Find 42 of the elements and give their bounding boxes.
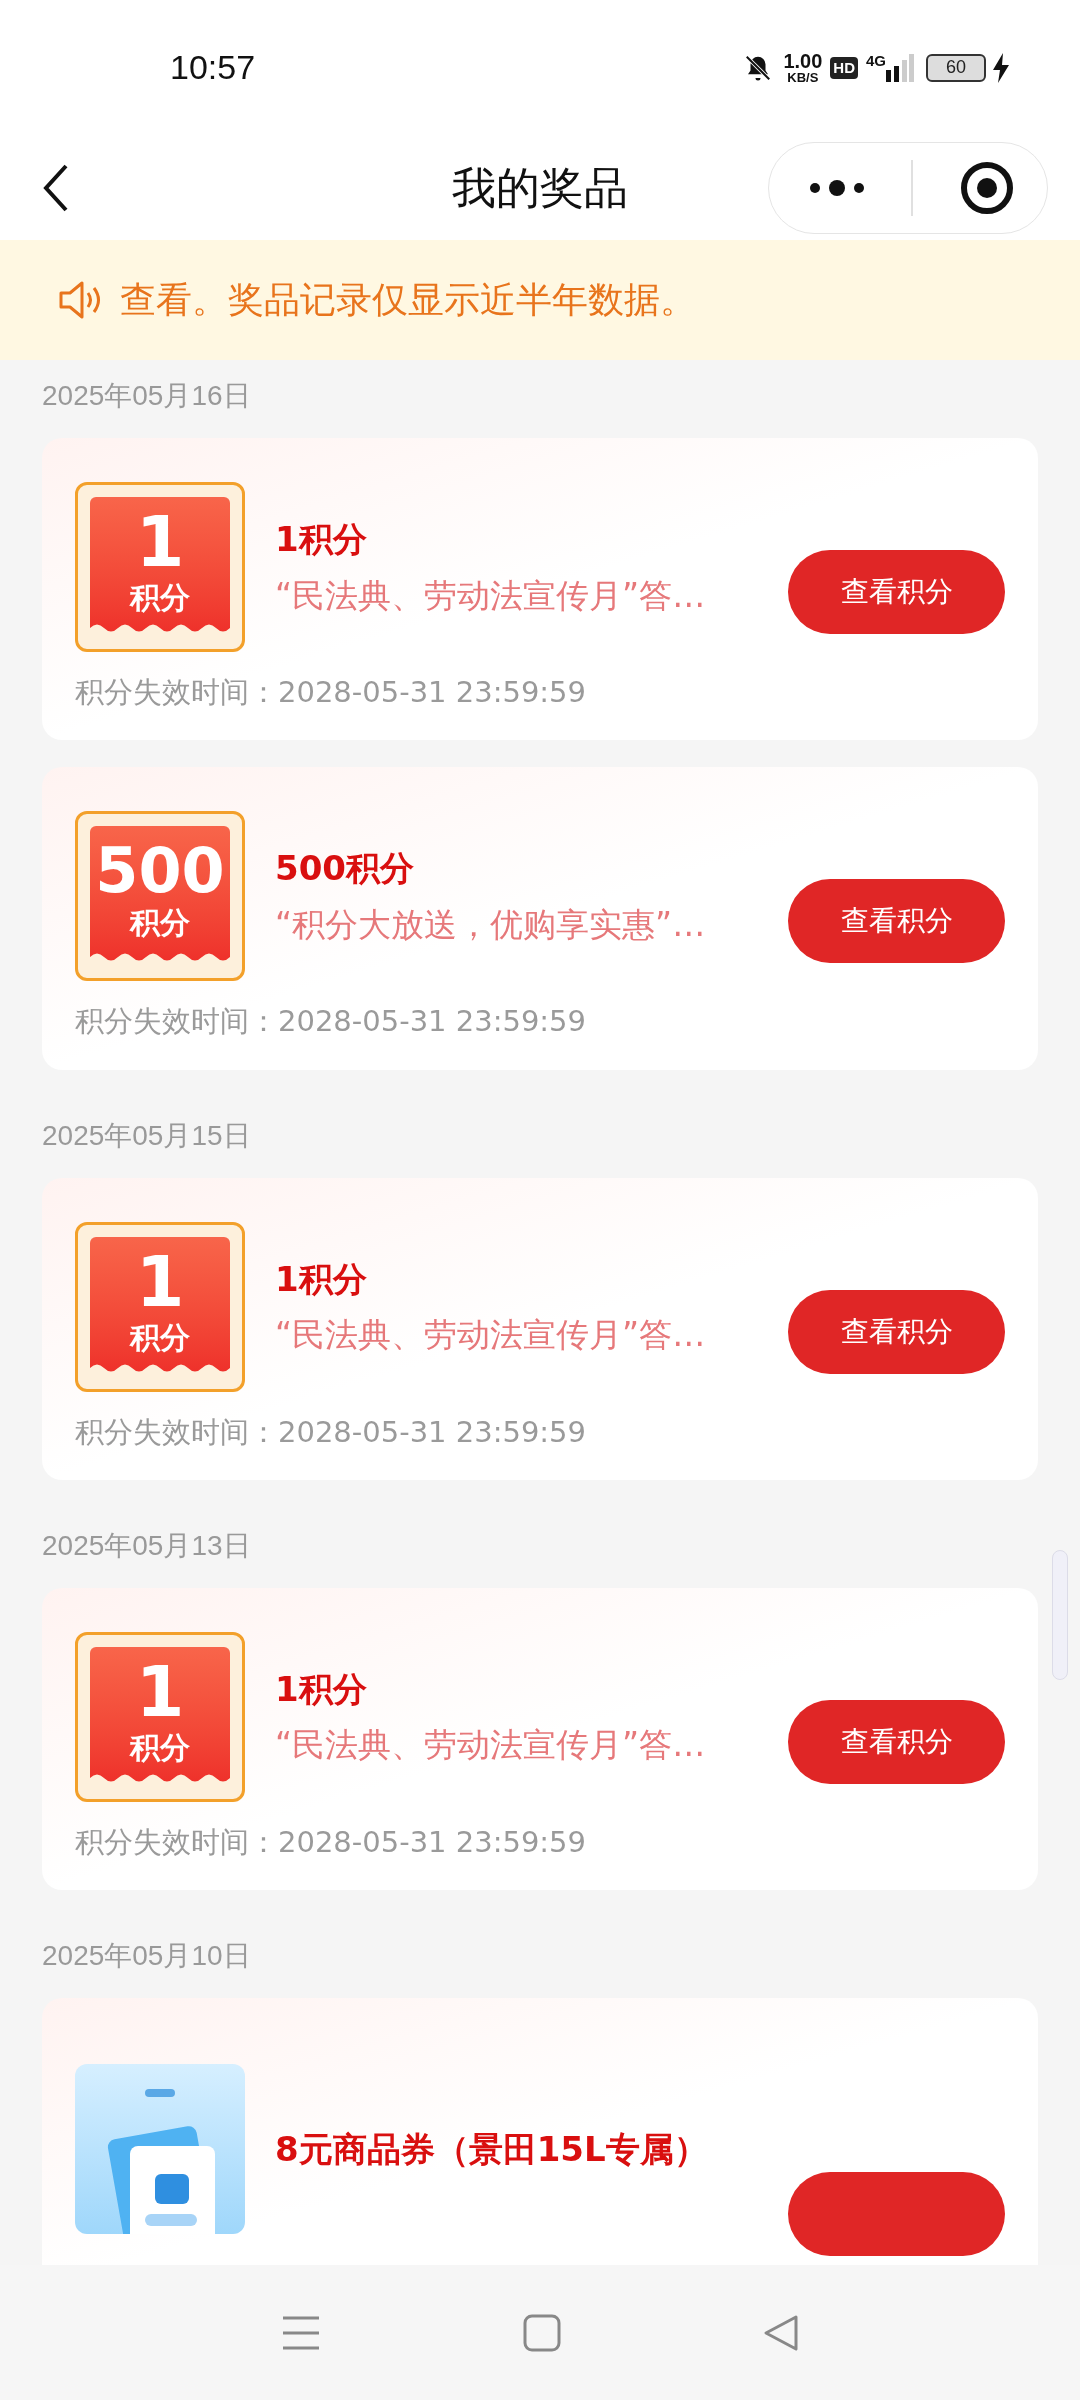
more-icon[interactable] [807, 177, 867, 198]
status-time: 10:57 [170, 47, 256, 88]
points-ticket-icon: 1 积分 [75, 1221, 245, 1392]
net-speed-unit: KB/S [787, 71, 819, 84]
date-label: 2025年05月16日 [42, 382, 252, 410]
prize-description: “民法典、劳动法宣传月”答… [275, 574, 707, 616]
view-points-button[interactable]: 查看积分 [788, 550, 1005, 634]
back-nav-icon[interactable] [763, 2313, 799, 2352]
signal-icon [886, 53, 914, 82]
prize-title: 1积分 [275, 1257, 368, 1301]
network-type: 4G [866, 51, 886, 71]
speaker-icon [58, 280, 102, 320]
prize-title: 8元商品券（景田15L专属） [275, 2127, 709, 2171]
expiry-time: 积分失效时间：2028-05-31 23:59:59 [75, 674, 587, 711]
net-speed: 1.00 [783, 51, 823, 71]
expiry-time: 积分失效时间：2028-05-31 23:59:59 [75, 1823, 587, 1860]
battery-indicator: 60 [926, 53, 986, 82]
hd-badge: HD [830, 56, 858, 79]
back-icon[interactable] [42, 163, 70, 212]
points-ticket-icon: 500 积分 [75, 811, 245, 982]
date-label: 2025年05月15日 [42, 1121, 252, 1150]
expiry-time: 积分失效时间：2028-05-31 23:59:59 [75, 1003, 587, 1040]
view-points-button[interactable]: 查看积分 [788, 1699, 1005, 1784]
expiry-time: 积分失效时间：2028-05-31 23:59:59 [75, 1413, 587, 1450]
prize-description: “民法典、劳动法宣传月”答… [275, 1724, 707, 1766]
page-title: 我的奖品 [452, 160, 628, 215]
charging-icon [992, 52, 1010, 83]
close-target-icon[interactable] [959, 159, 1015, 216]
prize-description: “积分大放送，优购享实惠”… [275, 903, 707, 946]
date-label: 2025年05月10日 [42, 1942, 252, 1970]
notice-text: 查看。奖品记录仅显示近半年数据。 [120, 278, 696, 322]
points-ticket-icon: 1 积分 [75, 482, 245, 652]
prize-title: 1积分 [275, 1667, 368, 1711]
prize-title: 1积分 [275, 518, 368, 561]
menu-icon[interactable] [281, 2314, 321, 2351]
home-icon[interactable] [523, 2313, 561, 2352]
prize-title: 500积分 [275, 847, 415, 890]
view-points-button[interactable]: 查看积分 [788, 879, 1005, 964]
date-label: 2025年05月13日 [42, 1531, 252, 1560]
points-ticket-icon: 1 积分 [75, 1631, 245, 1802]
prize-description: “民法典、劳动法宣传月”答… [275, 1314, 707, 1356]
view-points-button[interactable]: 查看积分 [788, 1289, 1005, 1374]
